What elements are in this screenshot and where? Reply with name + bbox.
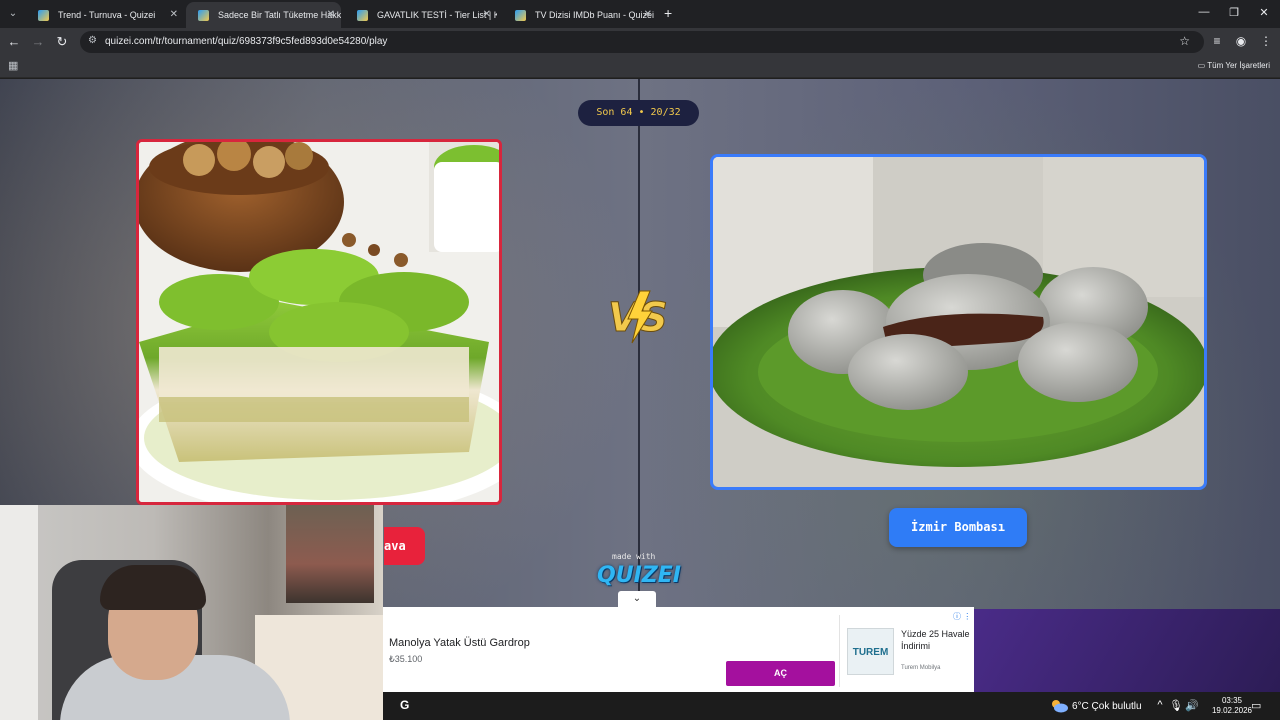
g-app-icon[interactable]: G bbox=[400, 698, 409, 712]
quizei-favicon-icon bbox=[515, 10, 526, 21]
menu-icon[interactable]: ⋮ bbox=[1258, 34, 1274, 48]
ad-brand-name: Turem Mobilya bbox=[901, 665, 941, 671]
clock-time: 03:35 bbox=[1221, 696, 1243, 705]
forward-icon[interactable]: → bbox=[30, 34, 46, 49]
ad-brand-logo[interactable]: TUREM bbox=[847, 628, 894, 675]
webcam-background-poster bbox=[286, 505, 374, 603]
site-info-icon[interactable]: ⚙ bbox=[88, 35, 97, 46]
reload-icon[interactable]: ↻ bbox=[54, 34, 70, 50]
bookmark-star-icon[interactable]: ☆ bbox=[1179, 34, 1190, 48]
round-indicator: Son 64 • 20/32 bbox=[578, 100, 699, 126]
weather-icon[interactable] bbox=[1050, 698, 1068, 713]
new-tab-icon[interactable]: + bbox=[664, 5, 672, 21]
clock[interactable]: 03:35 19.02.2026 bbox=[1211, 696, 1253, 716]
volume-icon[interactable]: 🔊 bbox=[1185, 699, 1199, 712]
ad-collapse-chevron-icon[interactable]: ⌄ bbox=[618, 591, 656, 607]
microphone-icon[interactable]: 🎙 bbox=[1169, 699, 1183, 712]
close-icon[interactable]: ✕ bbox=[644, 2, 652, 28]
webcam-background-door bbox=[0, 505, 38, 720]
tab-trend-turnuva[interactable]: Trend - Turnuva - Quizei ✕ bbox=[26, 2, 184, 28]
ad-price: ₺35.100 bbox=[389, 654, 423, 664]
quizei-favicon-icon bbox=[357, 10, 368, 21]
minimize-icon[interactable]: — bbox=[1196, 6, 1212, 18]
tab-strip: ⌄ Trend - Turnuva - Quizei ✕ Sadece Bir … bbox=[0, 0, 1280, 28]
ad-headline[interactable]: Yüzde 25 Havale İndirimi bbox=[901, 628, 971, 652]
apps-grid-icon[interactable]: ▦ bbox=[8, 59, 18, 72]
ad-open-button[interactable]: AÇ bbox=[726, 661, 835, 686]
close-icon[interactable]: ✕ bbox=[170, 2, 178, 28]
ad-product-title[interactable]: Manolya Yatak Üstü Gardrop bbox=[389, 637, 530, 649]
quizei-favicon-icon bbox=[38, 10, 49, 21]
right-option-image bbox=[713, 157, 1204, 487]
left-option-image bbox=[139, 142, 499, 502]
tab-search-list-icon[interactable]: ≡ bbox=[1209, 34, 1225, 48]
bookmarks-bar: ▦ ▭ Tüm Yer İşaretleri bbox=[0, 56, 1280, 78]
back-icon[interactable]: ← bbox=[6, 34, 22, 49]
close-icon[interactable]: ✕ bbox=[483, 2, 491, 28]
tab-label: TV Dizisi IMDb Puanı - Quizei bbox=[535, 10, 655, 20]
restore-icon[interactable]: ❐ bbox=[1226, 6, 1242, 19]
clock-date: 19.02.2026 bbox=[1211, 706, 1253, 715]
ad-separator bbox=[839, 615, 840, 687]
tab-tv-dizisi-imdb[interactable]: TV Dizisi IMDb Puanı - Quizei ✕ bbox=[503, 2, 658, 28]
webcam-person-hair bbox=[100, 565, 206, 610]
weather-label[interactable]: 6°C Çok bulutlu bbox=[1072, 701, 1142, 712]
tab-label: Trend - Turnuva - Quizei bbox=[58, 10, 156, 20]
vs-icon: VS bbox=[606, 287, 672, 347]
url-text[interactable]: quizei.com/tr/tournament/quiz/698373f9c5… bbox=[105, 36, 387, 47]
tab-gavatlik-testi[interactable]: GAVATLIK TESTİ - Tier List | Kör ✕ bbox=[345, 2, 497, 28]
tab-label: GAVATLIK TESTİ - Tier List | Kör bbox=[377, 10, 497, 20]
address-bar[interactable]: ⚙ quizei.com/tr/tournament/quiz/698373f9… bbox=[80, 31, 1204, 53]
folder-icon: ▭ bbox=[1197, 61, 1206, 70]
tray-expand-icon[interactable]: ^ bbox=[1153, 699, 1167, 711]
window-close-icon[interactable]: ✕ bbox=[1256, 6, 1272, 19]
left-option-button[interactable]: ava bbox=[384, 527, 425, 565]
ad-info-icon[interactable]: ⓘ ⋮ bbox=[953, 611, 971, 622]
tab-sadece-bir-tatli[interactable]: Sadece Bir Tatlı Tüketme Hakkı ✕ bbox=[186, 2, 341, 28]
left-option-card[interactable] bbox=[136, 139, 502, 505]
profile-icon[interactable]: ◉ bbox=[1233, 34, 1249, 48]
quizei-logo[interactable]: QUIZEI bbox=[597, 563, 681, 588]
right-option-card[interactable] bbox=[710, 154, 1207, 490]
decorative-glow bbox=[960, 609, 1280, 692]
toolbar: ← → ↻ ⚙ quizei.com/tr/tournament/quiz/69… bbox=[0, 28, 1280, 56]
all-bookmarks-folder[interactable]: ▭ Tüm Yer İşaretleri bbox=[1198, 61, 1270, 70]
all-bookmarks-label: Tüm Yer İşaretleri bbox=[1207, 61, 1270, 70]
notifications-icon[interactable]: ▭ bbox=[1251, 699, 1261, 712]
tab-search-icon[interactable]: ⌄ bbox=[4, 5, 22, 23]
tab-label: Sadece Bir Tatlı Tüketme Hakkı bbox=[218, 10, 341, 20]
quizei-favicon-icon bbox=[198, 10, 209, 21]
webcam-overlay bbox=[0, 505, 383, 720]
close-icon[interactable]: ✕ bbox=[327, 2, 335, 28]
right-option-button[interactable]: İzmir Bombası bbox=[889, 508, 1027, 547]
ad-banner[interactable]: Manolya Yatak Üstü Gardrop ₺35.100 AÇ TU… bbox=[383, 607, 974, 692]
taskbar: G 6°C Çok bulutlu ^ 🎙 🔊 03:35 19.02.2026… bbox=[383, 692, 1280, 720]
made-with-label: made with bbox=[612, 552, 656, 561]
